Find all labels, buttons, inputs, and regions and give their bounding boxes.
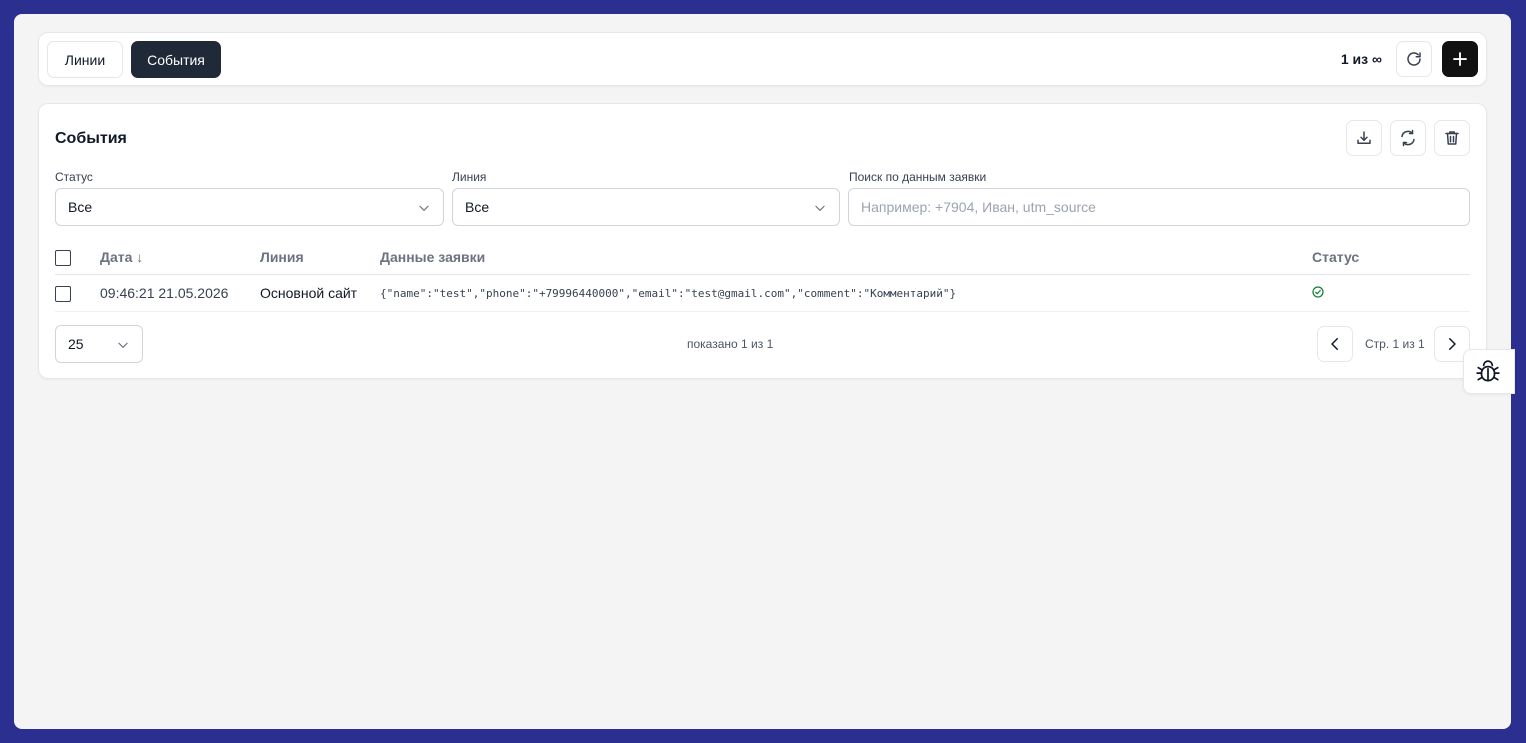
plus-icon (1453, 52, 1467, 66)
column-line: Линия (260, 249, 304, 265)
chevron-down-icon (118, 342, 128, 348)
status-select[interactable]: Все (55, 188, 444, 226)
column-status: Статус (1312, 249, 1360, 265)
search-filter-label: Поиск по данным заявки (849, 170, 987, 184)
shown-count: показано 1 из 1 (687, 337, 774, 351)
sync-icon (1401, 129, 1415, 147)
chevron-left-icon (1331, 338, 1338, 350)
reload-icon (1407, 52, 1421, 66)
status-filter-label: Статус (55, 170, 93, 184)
download-icon (1357, 131, 1371, 144)
debug-button[interactable] (1463, 349, 1515, 394)
page-indicator: Стр. 1 из 1 (1365, 337, 1425, 351)
reload-button[interactable] (1396, 41, 1432, 77)
column-data: Данные заявки (380, 249, 486, 265)
tab-events[interactable]: События (131, 41, 221, 78)
bug-icon (1476, 359, 1500, 382)
tab-lines[interactable]: Линии (47, 41, 123, 78)
line-select-value: Все (465, 199, 490, 215)
row-line: Основной сайт (260, 285, 358, 301)
search-field[interactable] (848, 188, 1470, 226)
row-date: 09:46:21 21.05.2026 (100, 285, 229, 301)
download-button[interactable] (1346, 120, 1382, 156)
events-card: События Статус Все Линия Все Поиск по да… (38, 103, 1487, 379)
select-all-checkbox[interactable] (55, 250, 71, 266)
chevron-down-icon (815, 205, 825, 211)
line-filter-label: Линия (452, 170, 487, 184)
card-title: События (55, 130, 127, 147)
line-select[interactable]: Все (452, 188, 840, 226)
sync-button[interactable] (1390, 120, 1426, 156)
table-row[interactable]: 09:46:21 21.05.2026 Основной сайт {"name… (55, 275, 1470, 312)
prev-page-button[interactable] (1317, 326, 1353, 362)
delete-button[interactable] (1434, 120, 1470, 156)
table-header: Дата ↓ Линия Данные заявки Статус (55, 239, 1470, 275)
top-toolbar: Линии События 1 из ∞ (38, 32, 1487, 86)
page-size-select[interactable]: 25 (55, 325, 143, 363)
add-button[interactable] (1442, 41, 1478, 77)
app-frame: Линии События 1 из ∞ События Статус Все … (14, 14, 1511, 729)
row-data: {"name":"test","phone":"+79996440000","e… (380, 287, 957, 300)
status-select-value: Все (68, 199, 93, 215)
row-checkbox[interactable] (55, 286, 71, 302)
trash-icon (1445, 131, 1459, 145)
chevron-right-icon (1449, 338, 1456, 350)
column-date[interactable]: Дата ↓ (100, 249, 143, 265)
page-size-value: 25 (68, 336, 84, 352)
check-circle-icon (1312, 286, 1324, 298)
chevron-down-icon (419, 205, 429, 211)
items-counter: 1 из ∞ (1340, 51, 1382, 67)
search-input[interactable] (861, 199, 1469, 215)
